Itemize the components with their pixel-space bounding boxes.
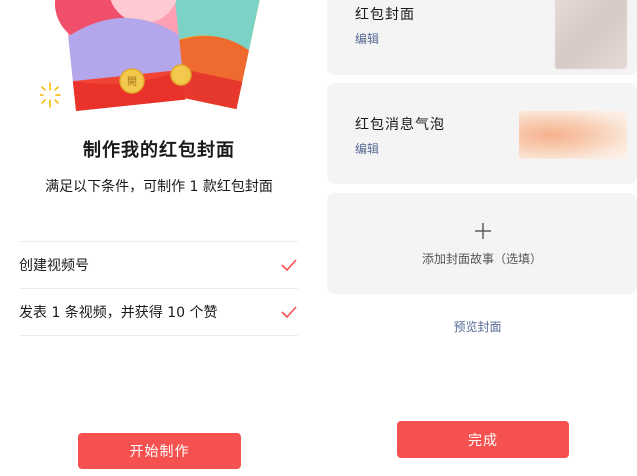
left-panel: 開 制作我的红包封面 满足以下条件，可制作 1 款红包封面 创建视频号 发表 1… bbox=[0, 0, 318, 476]
conditions-subtitle: 满足以下条件，可制作 1 款红包封面 bbox=[45, 179, 273, 195]
message-bubble-card[interactable]: 红包消息气泡 编辑 bbox=[327, 83, 637, 184]
preview-cover-link[interactable]: 预览封面 bbox=[318, 318, 637, 335]
cover-thumbnail bbox=[555, 0, 627, 69]
cover-card[interactable]: 红包封面 编辑 bbox=[327, 0, 637, 75]
condition-row-post-video: 发表 1 条视频，并获得 10 个赞 bbox=[19, 289, 298, 336]
condition-row-create-channel: 创建视频号 bbox=[19, 242, 298, 289]
bubble-card-title: 红包消息气泡 bbox=[355, 117, 445, 133]
cover-edit-link[interactable]: 编辑 bbox=[355, 30, 379, 47]
page-title: 制作我的红包封面 bbox=[83, 140, 235, 161]
plus-icon bbox=[475, 223, 491, 239]
add-story-card[interactable]: 添加封面故事（选填） bbox=[327, 193, 637, 294]
bubble-edit-link[interactable]: 编辑 bbox=[355, 140, 379, 157]
sparkle-icon-left bbox=[40, 82, 61, 108]
condition-label: 创建视频号 bbox=[19, 258, 89, 274]
coin-glyph: 開 bbox=[127, 76, 137, 88]
condition-label: 发表 1 条视频，并获得 10 个赞 bbox=[19, 305, 218, 321]
right-panel: 红包封面 编辑 红包消息气泡 编辑 添加封面故事（选填） 预览封面 完成 bbox=[318, 0, 637, 476]
done-button[interactable]: 完成 bbox=[397, 421, 569, 458]
bubble-thumbnail bbox=[519, 111, 627, 159]
cover-card-title: 红包封面 bbox=[355, 7, 415, 23]
conditions-list: 创建视频号 发表 1 条视频，并获得 10 个赞 bbox=[19, 241, 298, 336]
checkmark-icon bbox=[280, 256, 298, 274]
checkmark-icon bbox=[280, 303, 298, 321]
red-envelope-illustration: 開 bbox=[40, 0, 260, 111]
add-story-label: 添加封面故事（选填） bbox=[421, 252, 542, 266]
start-making-button[interactable]: 开始制作 bbox=[78, 433, 241, 469]
